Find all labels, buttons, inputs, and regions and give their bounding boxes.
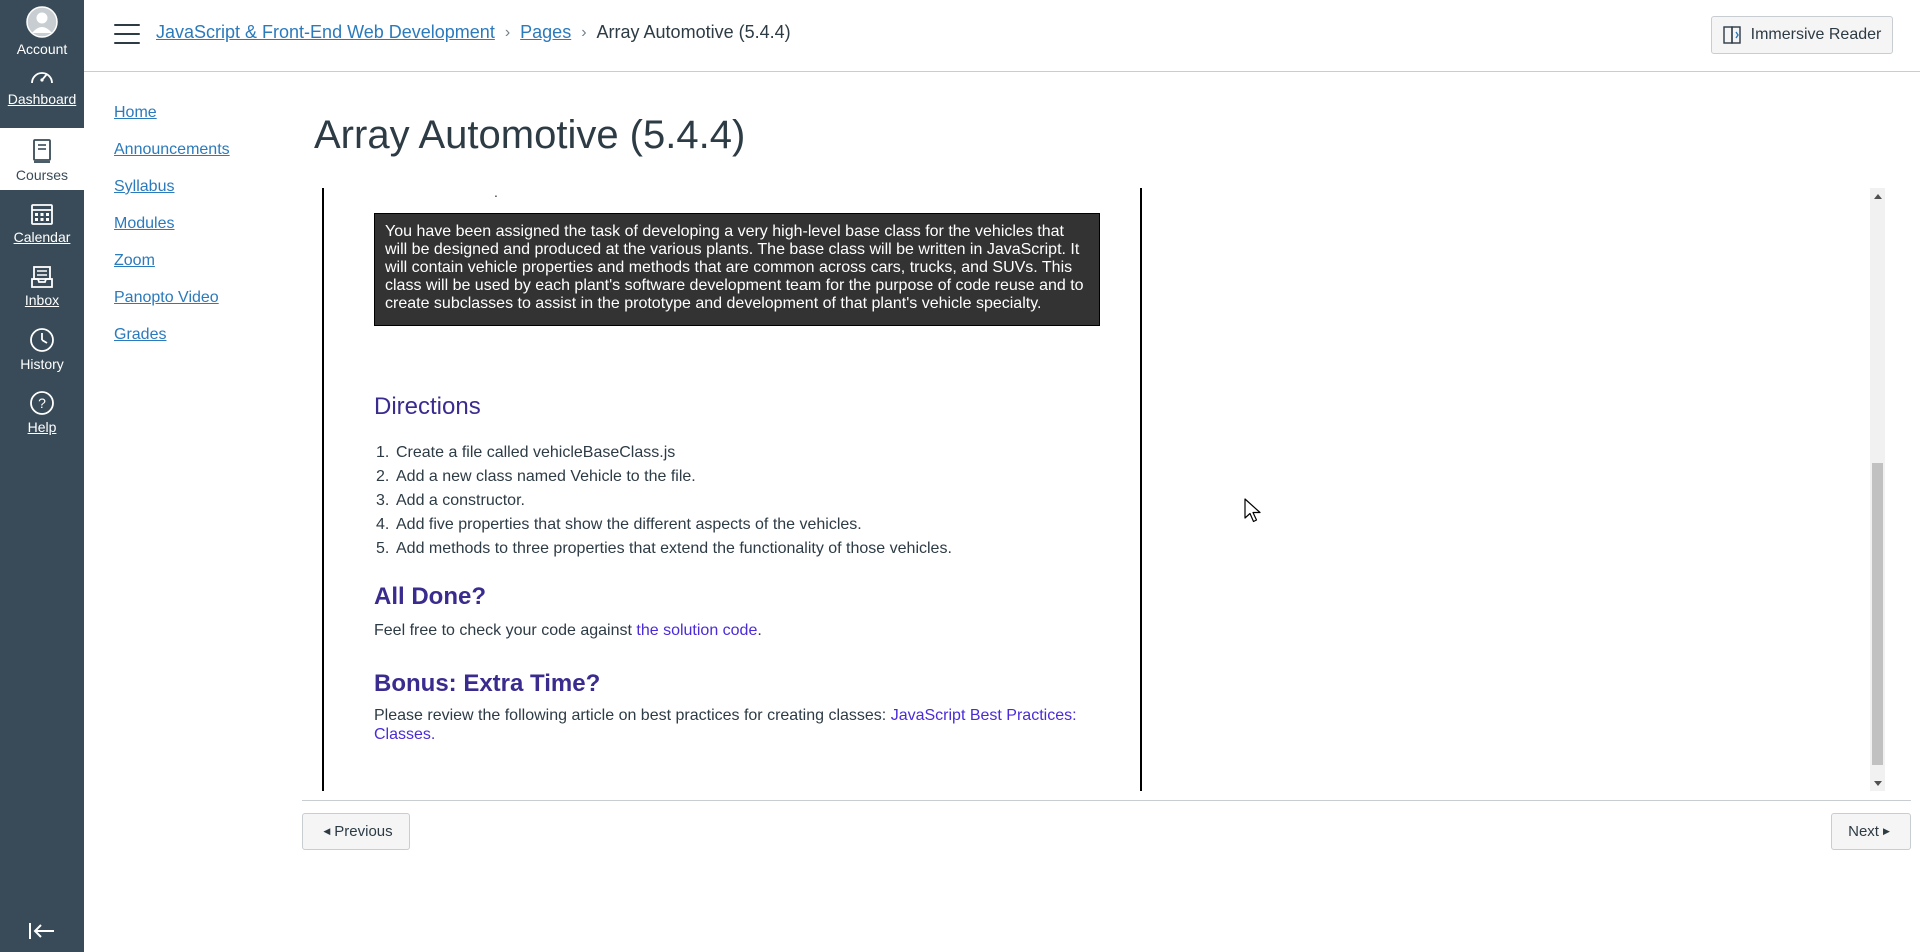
mouse-cursor-icon	[1244, 498, 1262, 529]
chevron-right-icon: ›	[504, 23, 511, 41]
course-nav-grades[interactable]: Grades	[114, 322, 230, 359]
next-button[interactable]: Next ▶	[1831, 813, 1911, 850]
all-done-paragraph: Feel free to check your code against the…	[374, 622, 762, 640]
course-nav-panopto-video[interactable]: Panopto Video	[114, 285, 230, 322]
collapse-nav-icon[interactable]	[28, 922, 56, 945]
clock-icon	[30, 328, 54, 352]
breadcrumb-course-link[interactable]: JavaScript & Front-End Web Development	[156, 22, 495, 43]
previous-label: Previous	[334, 823, 393, 840]
scenario-callout: You have been assigned the task of devel…	[374, 213, 1100, 326]
list-text: Add methods to three properties that ext…	[396, 540, 952, 557]
page-header: JavaScript & Front-End Web Development ›…	[84, 0, 1920, 72]
stray-dot: .	[494, 184, 498, 200]
caret-right-icon: ▶	[1882, 826, 1890, 836]
content-frame: . You have been assigned the task of dev…	[322, 184, 1142, 791]
calendar-nav-item[interactable]: Calendar	[0, 202, 84, 245]
speedometer-icon	[31, 72, 53, 84]
list-item: 5. Add methods to three properties that e…	[374, 537, 952, 561]
course-nav: Home Announcements Syllabus Modules Zoom…	[114, 100, 230, 359]
list-item: 4. Add five properties that show the diff…	[374, 513, 952, 537]
list-number: 3.	[376, 492, 390, 509]
account-label: Account	[16, 41, 68, 57]
help-nav-item[interactable]: ? Help	[0, 390, 84, 435]
dashboard-nav-item[interactable]: Dashboard	[0, 66, 84, 107]
directions-heading: Directions	[374, 393, 481, 420]
solution-code-link[interactable]: the solution code	[636, 622, 757, 639]
bonus-paragraph: Please review the following article on b…	[374, 706, 1100, 744]
bonus-heading: Bonus: Extra Time?	[374, 670, 601, 697]
inbox-nav-item[interactable]: Inbox	[0, 265, 84, 308]
course-nav-home[interactable]: Home	[114, 100, 230, 137]
list-text: Add a constructor.	[396, 492, 525, 509]
list-number: 5.	[376, 540, 390, 557]
course-nav-modules[interactable]: Modules	[114, 211, 230, 248]
immersive-reader-button[interactable]: Immersive Reader	[1711, 16, 1893, 54]
scrollbar-thumb[interactable]	[1872, 463, 1883, 765]
list-item: 1. Create a file called vehicleBaseClass.…	[374, 441, 952, 465]
book-icon	[33, 139, 51, 163]
calendar-label: Calendar	[13, 229, 71, 245]
list-item: 2. Add a new class named Vehicle to the f…	[374, 465, 952, 489]
courses-nav-item[interactable]: Courses	[0, 128, 84, 190]
breadcrumb: JavaScript & Front-End Web Development ›…	[156, 22, 791, 43]
help-label: Help	[27, 419, 57, 435]
scroll-down-arrow-icon[interactable]	[1870, 776, 1885, 791]
inbox-label: Inbox	[24, 292, 60, 308]
list-text: Add five properties that show the differ…	[396, 516, 862, 533]
list-text: Create a file called vehicleBaseClass.js	[396, 444, 676, 461]
content-scrollbar[interactable]	[1870, 188, 1885, 791]
bonus-period: .	[430, 726, 436, 743]
caret-left-icon: ◀	[323, 826, 331, 836]
inbox-icon	[31, 266, 53, 288]
all-done-heading: All Done?	[374, 583, 486, 610]
history-nav-item[interactable]: History	[0, 327, 84, 372]
calendar-icon	[31, 204, 53, 225]
account-nav-item[interactable]: Account	[0, 6, 84, 57]
breadcrumb-pages-link[interactable]: Pages	[520, 22, 571, 43]
course-nav-zoom[interactable]: Zoom	[114, 248, 230, 285]
directions-list: 1. Create a file called vehicleBaseClass.…	[374, 441, 952, 561]
footer-divider	[302, 800, 1911, 801]
immersive-reader-icon	[1722, 26, 1741, 44]
hamburger-menu-icon[interactable]	[114, 24, 140, 46]
page-title: Array Automotive (5.4.4)	[314, 113, 746, 157]
course-nav-syllabus[interactable]: Syllabus	[114, 174, 230, 211]
immersive-reader-label: Immersive Reader	[1750, 26, 1882, 43]
list-number: 2.	[376, 468, 390, 485]
history-label: History	[20, 356, 64, 372]
list-text: Add a new class named Vehicle to the fil…	[396, 468, 696, 485]
help-icon: ?	[30, 391, 54, 415]
list-number: 4.	[376, 516, 390, 533]
next-label: Next	[1848, 823, 1879, 840]
all-done-text: Feel free to check your code against	[374, 622, 637, 639]
bonus-text: Please review the following article on b…	[374, 707, 891, 724]
list-item: 3. Add a constructor.	[374, 489, 952, 513]
courses-label: Courses	[15, 167, 69, 183]
course-nav-announcements[interactable]: Announcements	[114, 137, 230, 174]
chevron-right-icon: ›	[581, 23, 587, 41]
list-number: 1.	[376, 444, 390, 461]
scroll-up-arrow-icon[interactable]	[1870, 188, 1885, 203]
dashboard-label: Dashboard	[7, 91, 77, 107]
global-nav: Account Dashboard Courses Calendar Inbox…	[0, 0, 84, 952]
all-done-period: .	[757, 622, 762, 639]
previous-button[interactable]: ◀ Previous	[302, 813, 410, 850]
svg-text:?: ?	[38, 395, 46, 411]
avatar-icon	[26, 6, 58, 38]
breadcrumb-current: Array Automotive (5.4.4)	[596, 22, 791, 42]
